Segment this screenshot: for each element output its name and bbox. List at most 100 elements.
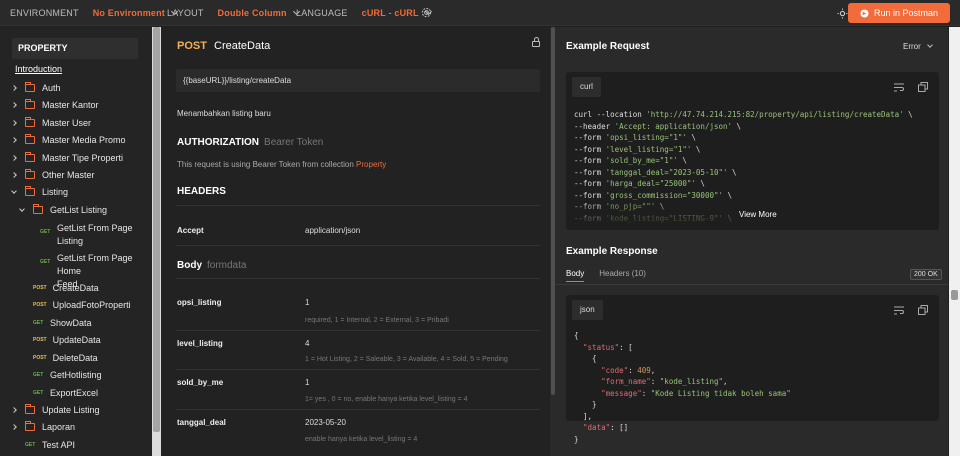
layout-selector[interactable]: LAYOUT Double Column bbox=[167, 7, 300, 18]
param-key: opsi_listing bbox=[177, 298, 222, 307]
sidebar-item-getlist-page-listing[interactable]: GET GetList From Page Listing bbox=[40, 222, 133, 248]
divider bbox=[176, 245, 540, 246]
environment-selector[interactable]: ENVIRONMENT No Environment bbox=[10, 7, 179, 18]
sidebar-item-getlist-page-home[interactable]: GET GetList From Page Home Feed bbox=[40, 252, 152, 289]
middle-scrollbar-thumb[interactable] bbox=[551, 27, 555, 395]
code-line: --form 'opsi_listing="1"' \ bbox=[574, 133, 696, 142]
tab-headers[interactable]: Headers (10) bbox=[599, 269, 646, 282]
sidebar-folder-listing[interactable]: Listing bbox=[11, 185, 69, 199]
sidebar-item-test-api[interactable]: GET Test API bbox=[25, 438, 75, 452]
folder-label: GetList Listing bbox=[50, 205, 108, 215]
sidebar-item-gethotlisting[interactable]: GET GetHotlisting bbox=[33, 368, 102, 382]
run-in-postman-button[interactable]: Run in Postman bbox=[848, 3, 950, 23]
sidebar-folder-laporan[interactable]: Laporan bbox=[11, 420, 76, 434]
request-method: POST bbox=[177, 40, 207, 52]
copy-icon[interactable] bbox=[918, 305, 928, 315]
sidebar-folder-master-kantor[interactable]: Master Kantor bbox=[11, 98, 99, 112]
folder-label: Laporan bbox=[42, 422, 76, 432]
body-section: Body formdata bbox=[177, 260, 246, 271]
sidebar: PROPERTY Introduction Auth Master Kantor… bbox=[0, 27, 152, 456]
sidebar-folder-auth[interactable]: Auth bbox=[11, 81, 61, 95]
param-desc: enable hanya ketika level_listing = 4 bbox=[305, 436, 418, 443]
sidebar-item-showdata[interactable]: GET ShowData bbox=[33, 316, 92, 330]
folder-icon bbox=[25, 421, 35, 431]
item-label: GetList From Page bbox=[57, 223, 133, 233]
request-language-tag: curl bbox=[572, 77, 601, 97]
sidebar-folder-master-tipe-properti[interactable]: Master Tipe Properti bbox=[11, 151, 123, 165]
copy-icon[interactable] bbox=[918, 82, 928, 92]
param-value: 4 bbox=[305, 339, 310, 348]
response-code: { "status": [ { "code": 409, "form_name"… bbox=[574, 330, 791, 445]
code-line: "message": "Kode Listing tidak boleh sam… bbox=[601, 388, 791, 398]
item-label: UploadFotoProperti bbox=[52, 300, 131, 310]
chevron-right-icon bbox=[11, 137, 17, 143]
folder-label: Master Kantor bbox=[42, 100, 99, 110]
sidebar-scrollbar-thumb[interactable] bbox=[153, 27, 160, 432]
wrap-text-icon[interactable] bbox=[894, 306, 904, 315]
folder-label: Listing bbox=[42, 187, 69, 197]
item-label: CreateData bbox=[52, 283, 99, 293]
response-language-tag: json bbox=[572, 300, 603, 320]
code-line: { bbox=[574, 354, 597, 363]
collection-link[interactable]: Property bbox=[356, 160, 386, 169]
gear-icon[interactable] bbox=[421, 7, 432, 18]
param-value: 1 bbox=[305, 378, 310, 387]
item-label: GetList From Page Home bbox=[57, 253, 133, 276]
request-code-box: curl curl --location 'http://47.74.214.2… bbox=[566, 72, 939, 230]
chevron-down-icon bbox=[11, 187, 17, 194]
page-scrollbar[interactable] bbox=[949, 27, 960, 456]
collection-heading: PROPERTY bbox=[12, 38, 138, 59]
chevron-right-icon bbox=[11, 102, 17, 108]
sidebar-item-exportexcel[interactable]: GET ExportExcel bbox=[33, 386, 98, 400]
param-desc: required, 1 = Internal, 2 = External, 3 … bbox=[305, 317, 449, 324]
run-button-label: Run in Postman bbox=[873, 8, 939, 18]
response-code-box: json { "status": [ { "code": 409, "form_… bbox=[566, 295, 939, 444]
sidebar-item-updatedata[interactable]: POST UpdateData bbox=[33, 333, 101, 347]
item-label: ExportExcel bbox=[50, 388, 99, 398]
sidebar-folder-other-master[interactable]: Other Master bbox=[11, 168, 95, 182]
item-label: Test API bbox=[42, 440, 76, 450]
folder-label: Update Listing bbox=[42, 405, 100, 415]
code-line: --header 'Accept: application/json' \ bbox=[574, 121, 742, 131]
sidebar-item-createdata[interactable]: POST CreateData bbox=[33, 281, 99, 295]
introduction-link[interactable]: Introduction bbox=[15, 64, 62, 74]
authorization-type: Bearer Token bbox=[264, 137, 324, 148]
sidebar-folder-update-listing[interactable]: Update Listing bbox=[11, 403, 100, 417]
theme-toggle-icon[interactable] bbox=[837, 8, 848, 19]
folder-icon bbox=[25, 117, 35, 127]
sidebar-item-uploadfoto[interactable]: POST UploadFotoProperti bbox=[33, 298, 131, 312]
tab-body[interactable]: Body bbox=[566, 269, 585, 282]
lock-icon bbox=[532, 37, 540, 47]
request-url[interactable]: {{baseURL}}/listing/createData bbox=[176, 69, 540, 92]
language-selector[interactable]: LANGUAGE cURL - cURL bbox=[296, 7, 432, 18]
folder-icon bbox=[25, 134, 35, 144]
environment-label: ENVIRONMENT bbox=[10, 8, 79, 18]
divider bbox=[176, 205, 540, 206]
item-label: ShowData bbox=[50, 318, 92, 328]
method-badge: POST bbox=[33, 285, 47, 291]
view-more-button[interactable]: View More bbox=[733, 208, 783, 221]
method-badge: POST bbox=[33, 337, 47, 343]
code-line: } bbox=[574, 400, 597, 409]
wrap-text-icon[interactable] bbox=[894, 83, 904, 92]
layout-value: Double Column bbox=[217, 8, 287, 18]
code-line: --form 'level_listing="1"' \ bbox=[574, 144, 701, 154]
code-line: --form 'sold_by_me="1"' \ bbox=[574, 156, 687, 165]
chevron-right-icon bbox=[11, 172, 17, 178]
example-response-title: Example Response bbox=[566, 246, 658, 257]
code-line: { bbox=[574, 331, 579, 340]
example-selector[interactable]: Error bbox=[903, 42, 933, 51]
status-badge: 200 OK bbox=[910, 269, 942, 280]
body-title: Body bbox=[177, 260, 202, 271]
folder-label: Auth bbox=[42, 83, 61, 93]
example-request-title: Example Request bbox=[566, 41, 650, 52]
layout-label: LAYOUT bbox=[167, 8, 204, 18]
item-label: UpdateData bbox=[52, 335, 101, 345]
sidebar-folder-getlist-listing[interactable]: GetList Listing bbox=[19, 203, 108, 217]
sidebar-folder-master-user[interactable]: Master User bbox=[11, 116, 91, 130]
examples-panel: Example Request Error curl curl --locati… bbox=[556, 27, 948, 456]
param-desc: 1= yes , 0 = no, enable hanya ketika lev… bbox=[305, 396, 468, 403]
sidebar-folder-master-media-promo[interactable]: Master Media Promo bbox=[11, 133, 126, 147]
page-scrollbar-thumb[interactable] bbox=[951, 290, 958, 300]
sidebar-item-deletedata[interactable]: POST DeleteData bbox=[33, 351, 98, 365]
